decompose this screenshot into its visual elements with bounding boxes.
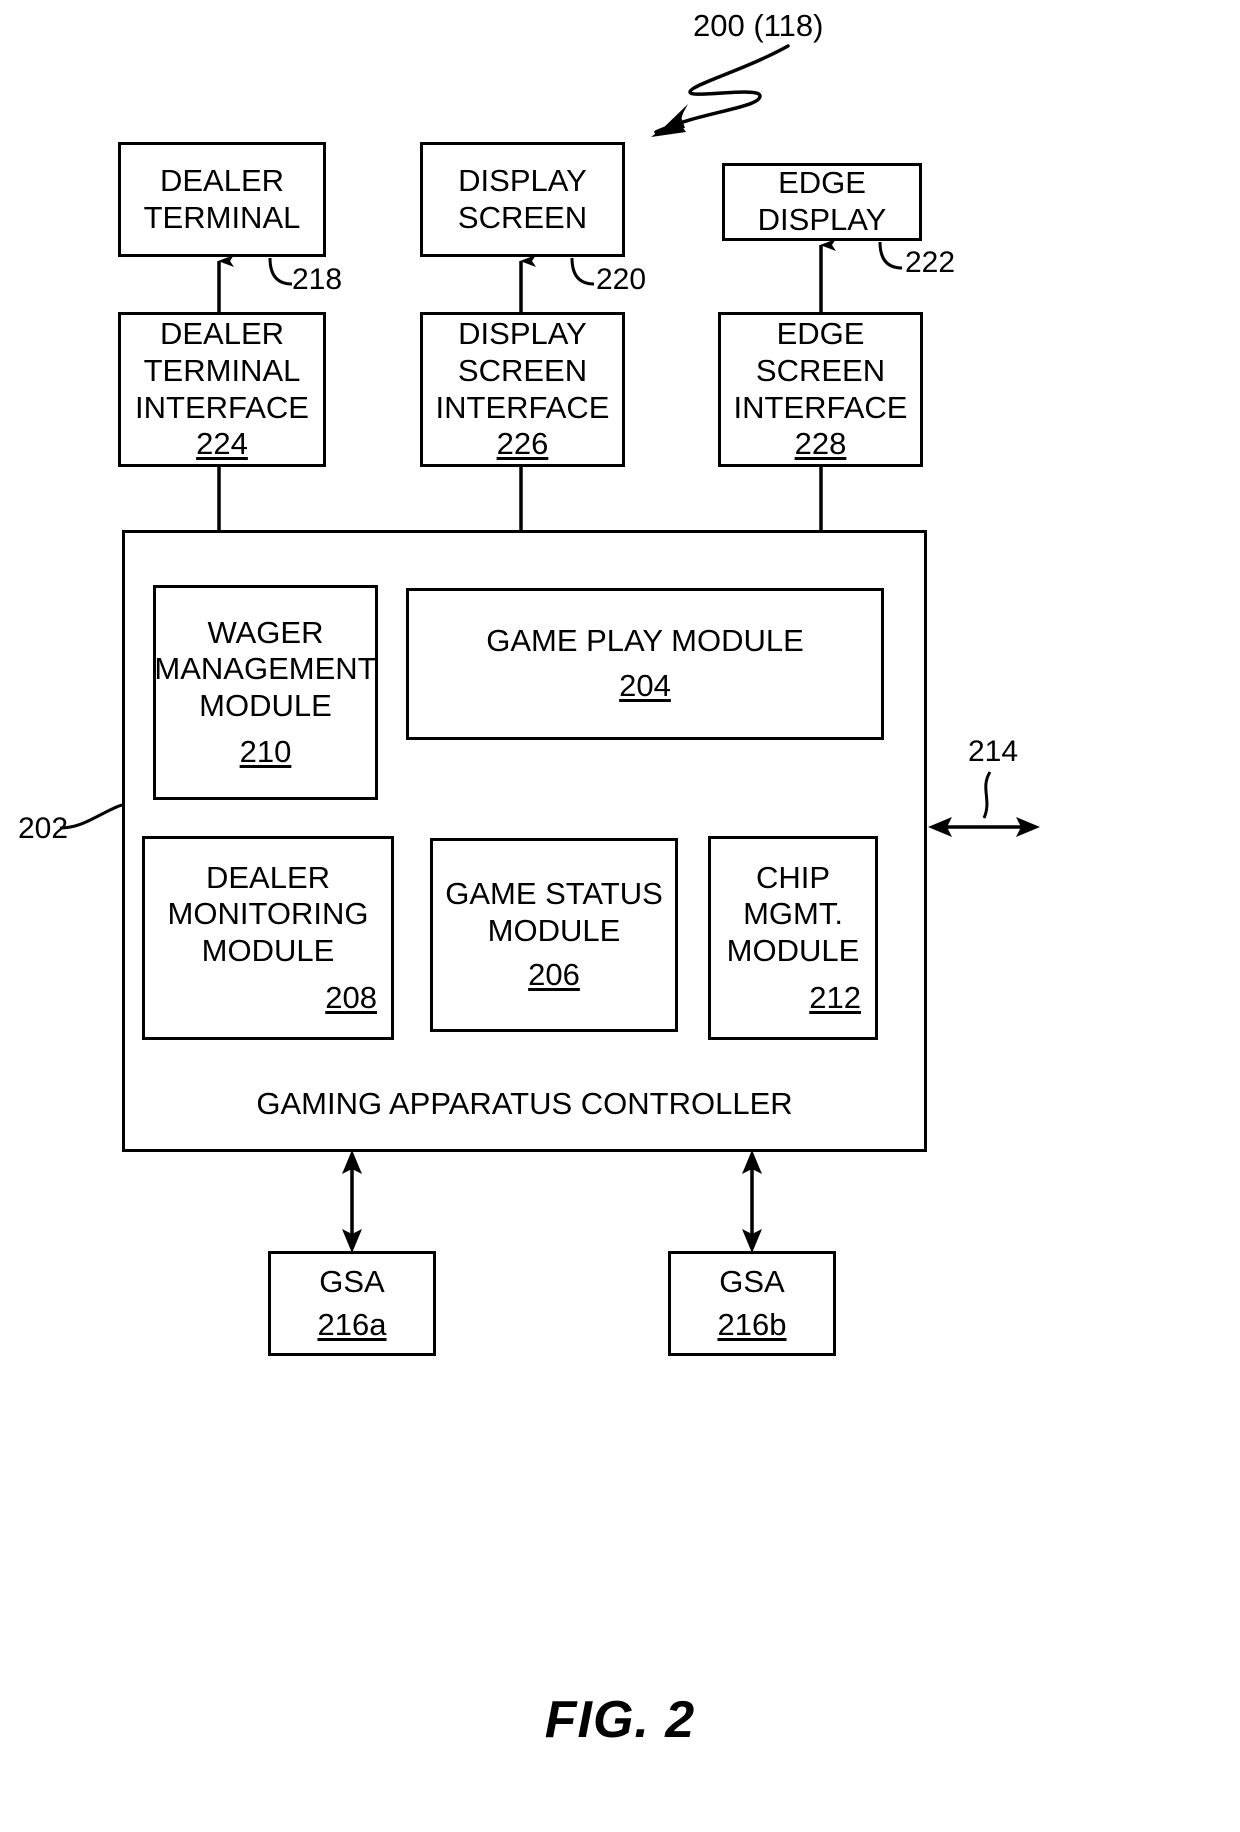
leader-220 <box>570 257 595 286</box>
chip-management-module-box: CHIP MGMT. MODULE 212 <box>708 836 878 1040</box>
external-port-ref-label: 214 <box>968 735 1019 768</box>
leader-202 <box>59 803 123 830</box>
dealer-terminal-line-2: TERMINAL <box>143 199 301 235</box>
display-screen-interface-line-3: INTERFACE <box>435 389 610 425</box>
dealer-terminal-interface-ref: 224 <box>196 426 248 462</box>
dealer-terminal-interface-line-1: DEALER <box>159 316 285 352</box>
dealer-terminal-ref-label: 218 <box>292 263 343 296</box>
edge-screen-interface-box: EDGE SCREEN INTERFACE 228 <box>718 312 923 467</box>
leader-214 <box>982 771 992 819</box>
wager-management-ref: 210 <box>239 733 292 769</box>
game-status-line-1: GAME STATUS <box>445 876 663 912</box>
edge-display-line-1: EDGE <box>778 165 866 201</box>
dealer-terminal-interface-line-3: INTERFACE <box>135 389 309 425</box>
system-reference-label: 200 (118) <box>693 8 824 43</box>
leader-218 <box>268 257 293 286</box>
display-screen-box: DISPLAY SCREEN <box>420 142 625 257</box>
dealer-monitoring-module-box: DEALER MONITORING MODULE 208 <box>142 836 394 1040</box>
edge-display-box: EDGE DISPLAY <box>722 163 922 241</box>
game-play-ref: 204 <box>619 668 671 703</box>
leader-222 <box>878 241 903 270</box>
display-screen-ref-label: 220 <box>596 263 647 296</box>
dealer-monitoring-ref: 208 <box>325 979 377 1015</box>
display-screen-line-1: DISPLAY <box>458 162 587 198</box>
gsa-b-ref: 216b <box>717 1306 787 1342</box>
dealer-terminal-interface-box: DEALER TERMINAL INTERFACE 224 <box>118 312 326 467</box>
wager-management-module-box: WAGER MANAGEMENT MODULE 210 <box>153 585 378 800</box>
edge-display-ref-label: 222 <box>905 246 956 279</box>
edge-screen-interface-line-2: SCREEN <box>755 352 886 388</box>
dealer-monitoring-line-3: MODULE <box>201 933 335 968</box>
external-bus-arrow <box>928 817 1040 837</box>
gsa-b-label: GSA <box>719 1263 785 1299</box>
game-status-ref: 206 <box>528 957 580 993</box>
system-ref-leader <box>651 44 790 137</box>
dealer-terminal-line-1: DEALER <box>159 162 285 198</box>
arrow-controller-gsa-b <box>742 1150 762 1253</box>
edge-screen-interface-line-1: EDGE <box>776 316 865 352</box>
figure-2-block-diagram: 200 (118) DEALER TERMINAL 218 DISPLAY SC… <box>0 0 1240 1832</box>
display-screen-interface-ref: 226 <box>496 426 549 462</box>
edge-screen-interface-line-3: INTERFACE <box>733 389 908 425</box>
controller-ref-label: 202 <box>18 812 69 845</box>
game-status-line-2: MODULE <box>487 912 621 948</box>
wager-management-line-2: MANAGEMENT <box>154 651 377 687</box>
gsa-b-box: GSA 216b <box>668 1251 836 1356</box>
chip-management-line-3: MODULE <box>726 933 860 968</box>
controller-title: GAMING APPARATUS CONTROLLER <box>256 1086 793 1121</box>
edge-display-line-2: DISPLAY <box>757 202 887 237</box>
wager-management-line-3: MODULE <box>199 688 332 723</box>
chip-management-line-1: CHIP <box>755 859 831 895</box>
display-screen-interface-line-2: SCREEN <box>457 352 588 388</box>
edge-screen-interface-ref: 228 <box>794 426 847 462</box>
game-play-line-1: GAME PLAY MODULE <box>486 623 804 659</box>
display-screen-interface-line-1: DISPLAY <box>458 316 587 352</box>
chip-management-line-2: MGMT. <box>743 896 843 932</box>
display-screen-interface-box: DISPLAY SCREEN INTERFACE 226 <box>420 312 625 467</box>
game-play-module-box: GAME PLAY MODULE 204 <box>406 588 884 740</box>
gsa-a-ref: 216a <box>317 1306 387 1342</box>
wager-management-line-1: WAGER <box>207 614 324 650</box>
gsa-a-box: GSA 216a <box>268 1251 436 1356</box>
dealer-terminal-interface-line-2: TERMINAL <box>143 352 301 388</box>
figure-label: FIG. 2 <box>544 1691 696 1749</box>
dealer-monitoring-line-2: MONITORING <box>167 896 369 932</box>
display-screen-line-2: SCREEN <box>457 199 588 235</box>
dealer-monitoring-line-1: DEALER <box>205 859 331 895</box>
gsa-a-label: GSA <box>319 1263 385 1299</box>
dealer-terminal-box: DEALER TERMINAL <box>118 142 326 257</box>
chip-management-ref: 212 <box>809 979 861 1015</box>
game-status-module-box: GAME STATUS MODULE 206 <box>430 838 678 1032</box>
arrow-controller-gsa-a <box>342 1150 362 1253</box>
